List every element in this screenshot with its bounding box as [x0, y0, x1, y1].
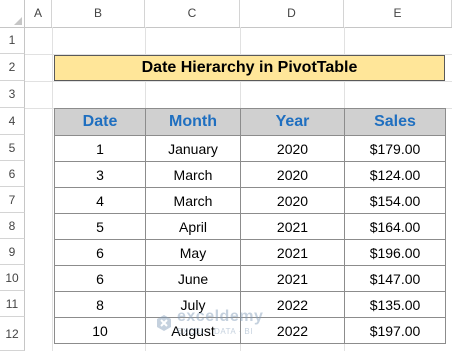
row-header-10[interactable]: 10	[0, 265, 25, 291]
row-header-3[interactable]: 3	[0, 81, 25, 108]
select-all-corner[interactable]	[0, 0, 25, 27]
header-month[interactable]: Month	[145, 108, 241, 136]
cell-year[interactable]: 2021	[240, 213, 345, 240]
row-header-6[interactable]: 6	[0, 161, 25, 187]
cell-sales[interactable]: $196.00	[344, 239, 446, 266]
cell-date[interactable]: 6	[54, 239, 146, 266]
data-table: Date Month Year Sales 1 January 2020 $17…	[54, 108, 446, 344]
table-row: 3 March 2020 $124.00	[54, 161, 446, 188]
table-row: 4 March 2020 $154.00	[54, 187, 446, 214]
row-header-11[interactable]: 11	[0, 291, 25, 317]
header-year[interactable]: Year	[240, 108, 345, 136]
cell-year[interactable]: 2021	[240, 239, 345, 266]
cell-year[interactable]: 2022	[240, 317, 345, 344]
table-header-row: Date Month Year Sales	[54, 108, 446, 136]
cell-month[interactable]: March	[145, 187, 241, 214]
table-row: 6 June 2021 $147.00	[54, 265, 446, 292]
table-row: 6 May 2021 $196.00	[54, 239, 446, 266]
table-row: 5 April 2021 $164.00	[54, 213, 446, 240]
cell-year[interactable]: 2022	[240, 291, 345, 318]
table-row: 10 August 2022 $197.00	[54, 317, 446, 344]
cell-year[interactable]: 2020	[240, 187, 345, 214]
header-date[interactable]: Date	[54, 108, 146, 136]
cell-year[interactable]: 2020	[240, 161, 345, 188]
cell-sales[interactable]: $179.00	[344, 135, 446, 162]
cell-date[interactable]: 5	[54, 213, 146, 240]
cell-year[interactable]: 2021	[240, 265, 345, 292]
cell-sales[interactable]: $135.00	[344, 291, 446, 318]
row-header-9[interactable]: 9	[0, 239, 25, 265]
cell-month[interactable]: July	[145, 291, 241, 318]
row-header-1[interactable]: 1	[0, 27, 25, 54]
row-header-5[interactable]: 5	[0, 135, 25, 161]
sheet-title[interactable]: Date Hierarchy in PivotTable	[54, 55, 445, 81]
cell-sales[interactable]: $147.00	[344, 265, 446, 292]
cell-month[interactable]: March	[145, 161, 241, 188]
cell-sales[interactable]: $197.00	[344, 317, 446, 344]
cell-sales[interactable]: $124.00	[344, 161, 446, 188]
column-header-a[interactable]: A	[25, 0, 52, 27]
table-row: 1 January 2020 $179.00	[54, 135, 446, 162]
cell-date[interactable]: 1	[54, 135, 146, 162]
row-header-12[interactable]: 12	[0, 317, 25, 351]
row-header-4[interactable]: 4	[0, 108, 25, 135]
cell-sales[interactable]: $164.00	[344, 213, 446, 240]
column-header-e[interactable]: E	[344, 0, 452, 27]
cell-month[interactable]: August	[145, 317, 241, 344]
spreadsheet: A B C D E 1 2 3 4 5 6 7 8 9 10 11 12 Dat…	[0, 0, 452, 351]
cell-year[interactable]: 2020	[240, 135, 345, 162]
cell-month[interactable]: January	[145, 135, 241, 162]
row-header-8[interactable]: 8	[0, 213, 25, 239]
table-row: 8 July 2022 $135.00	[54, 291, 446, 318]
cell-date[interactable]: 6	[54, 265, 146, 292]
column-header-c[interactable]: C	[145, 0, 240, 27]
row-header-7[interactable]: 7	[0, 187, 25, 213]
row-header-2[interactable]: 2	[0, 54, 25, 81]
cell-date[interactable]: 10	[54, 317, 146, 344]
cell-sales[interactable]: $154.00	[344, 187, 446, 214]
cell-month[interactable]: April	[145, 213, 241, 240]
cell-month[interactable]: May	[145, 239, 241, 266]
cell-date[interactable]: 8	[54, 291, 146, 318]
cell-date[interactable]: 3	[54, 161, 146, 188]
header-sales[interactable]: Sales	[344, 108, 446, 136]
column-header-b[interactable]: B	[52, 0, 145, 27]
cell-date[interactable]: 4	[54, 187, 146, 214]
column-header-bar: A B C D E	[0, 0, 452, 28]
column-header-d[interactable]: D	[240, 0, 344, 27]
cell-month[interactable]: June	[145, 265, 241, 292]
